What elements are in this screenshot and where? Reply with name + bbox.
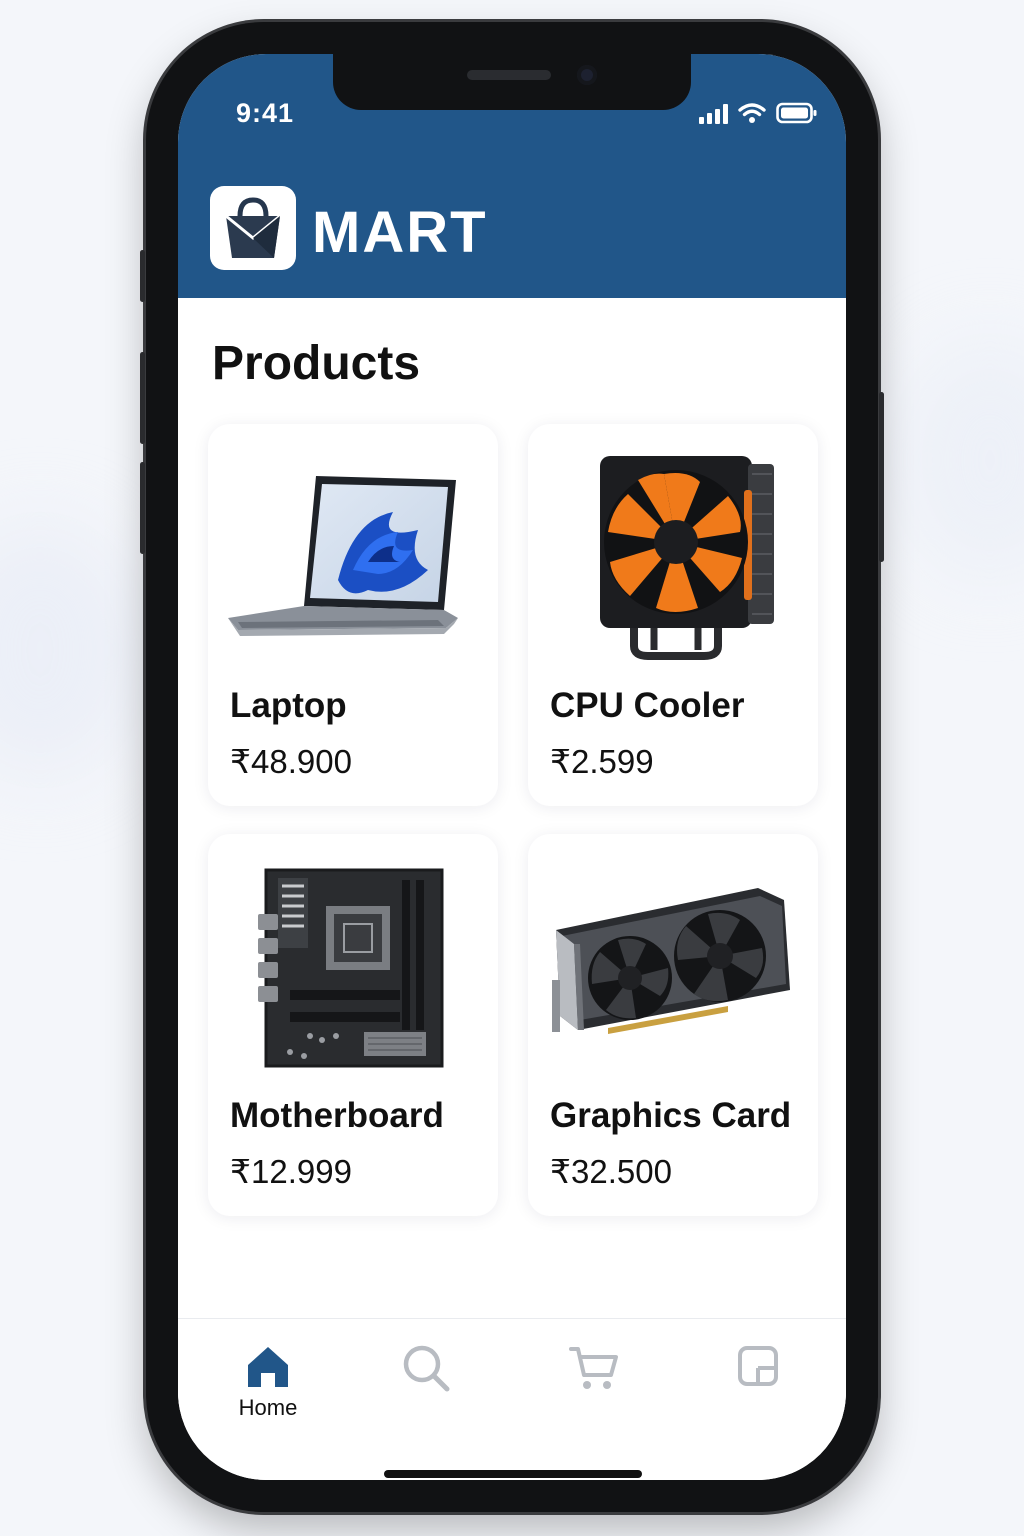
status-icons [699, 102, 818, 124]
tab-cart[interactable] [534, 1343, 654, 1433]
home-icon [248, 1347, 288, 1387]
app-logo[interactable] [210, 186, 296, 270]
product-price: ₹12.999 [230, 1153, 352, 1190]
power-button [879, 392, 884, 562]
product-name: Laptop [230, 686, 347, 725]
product-price: ₹32.500 [550, 1153, 672, 1190]
product-name: CPU Cooler [550, 686, 745, 725]
cart-icon [569, 1347, 618, 1389]
product-card-graphics-card[interactable]: Graphics Card ₹32.500 [528, 834, 818, 1216]
section-title: Products [212, 337, 421, 390]
phone-screen: 9:41 MART Products Laptop ₹48.900 CPU Co… [178, 54, 846, 1480]
shopping-bag-icon [225, 197, 281, 258]
volume-down-button [140, 462, 145, 554]
status-time: 9:41 [236, 98, 295, 128]
brand-name: MART [312, 200, 488, 265]
tab-profile[interactable] [698, 1343, 818, 1433]
search-icon [403, 1345, 450, 1392]
tab-home-label: Home [238, 1395, 298, 1420]
product-price: ₹48.900 [230, 743, 352, 780]
background-glow-right [900, 340, 1024, 580]
product-name: Graphics Card [550, 1096, 792, 1135]
mute-switch [140, 250, 145, 302]
tab-home[interactable]: Home [208, 1343, 328, 1433]
front-camera [577, 65, 597, 85]
battery-icon [776, 102, 817, 124]
wifi-icon [738, 103, 766, 123]
product-price: ₹2.599 [550, 743, 654, 780]
cpu-cooler-image [600, 456, 774, 660]
bottom-tab-bar: Home [178, 1318, 846, 1480]
background-glow-left [0, 520, 140, 780]
app-header: 9:41 MART [178, 54, 846, 298]
product-card-cpu-cooler[interactable]: CPU Cooler ₹2.599 [528, 424, 818, 806]
laptop-image [228, 476, 458, 636]
volume-up-button [140, 352, 145, 444]
tab-search[interactable] [366, 1343, 486, 1433]
camera-notch [333, 54, 691, 110]
product-card-laptop[interactable]: Laptop ₹48.900 [208, 424, 498, 806]
signal-icon [699, 104, 728, 124]
product-name: Motherboard [230, 1096, 444, 1135]
earpiece-speaker [467, 70, 551, 80]
home-indicator[interactable] [384, 1470, 642, 1478]
motherboard-image [258, 868, 444, 1068]
graphics-card-image [552, 888, 790, 1034]
profile-icon [738, 1346, 778, 1386]
phone-frame: 9:41 MART Products Laptop ₹48.900 CPU Co… [140, 22, 884, 1512]
product-card-motherboard[interactable]: Motherboard ₹12.999 [208, 834, 498, 1216]
